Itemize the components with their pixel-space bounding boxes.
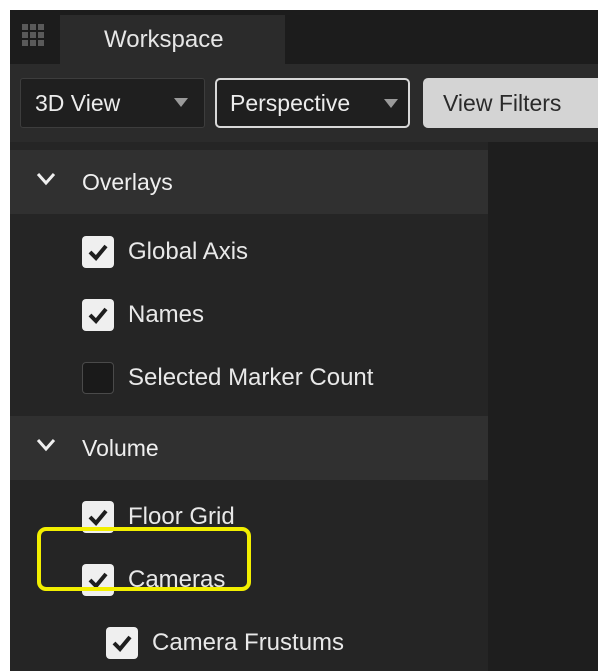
view-filters-panel: Overlays Global Axis Names Selected Mark…: [10, 142, 488, 671]
option-label: Global Axis: [128, 238, 249, 265]
option-label: Names: [128, 301, 205, 328]
cameras-highlight-box: [37, 527, 251, 591]
tab-bar: Workspace: [10, 10, 598, 64]
option-names[interactable]: Names: [82, 287, 204, 343]
check-icon: [88, 244, 108, 261]
option-camera-frustums[interactable]: Camera Frustums: [106, 615, 344, 671]
view-filters-button[interactable]: View Filters: [423, 78, 598, 128]
view-filters-label: View Filters: [443, 89, 562, 116]
option-global-axis[interactable]: Global Axis: [82, 224, 248, 280]
check-icon: [88, 509, 108, 526]
checkbox-names[interactable]: [82, 299, 114, 331]
checkbox-global-axis[interactable]: [82, 236, 114, 268]
tab-workspace-label: Workspace: [104, 25, 224, 53]
section-header-volume[interactable]: Volume: [10, 416, 488, 480]
option-label: Selected Marker Count: [128, 364, 374, 391]
check-icon: [88, 307, 108, 324]
section-title: Overlays: [82, 168, 173, 195]
section-title: Volume: [82, 434, 159, 461]
caret-down-icon: [174, 98, 188, 107]
section-header-overlays[interactable]: Overlays: [10, 150, 488, 214]
view-toolbar: 3D View Perspective View Filters: [10, 64, 598, 142]
projection-value: Perspective: [230, 89, 351, 116]
checkbox-camera-frustums[interactable]: [106, 627, 138, 659]
tab-workspace[interactable]: Workspace: [60, 15, 285, 64]
grid-icon[interactable]: [22, 24, 44, 46]
chevron-down-icon: [36, 439, 56, 452]
chevron-down-icon: [36, 173, 56, 186]
view-type-value: 3D View: [35, 89, 121, 116]
check-icon: [112, 635, 132, 652]
checkbox-selected-marker-count[interactable]: [82, 362, 114, 394]
option-label: Camera Frustums: [152, 629, 345, 656]
projection-dropdown[interactable]: Perspective: [215, 78, 410, 128]
view-type-dropdown[interactable]: 3D View: [20, 78, 205, 128]
viewport-area[interactable]: [488, 142, 598, 671]
option-selected-marker-count[interactable]: Selected Marker Count: [82, 350, 373, 406]
caret-down-icon: [384, 99, 398, 108]
